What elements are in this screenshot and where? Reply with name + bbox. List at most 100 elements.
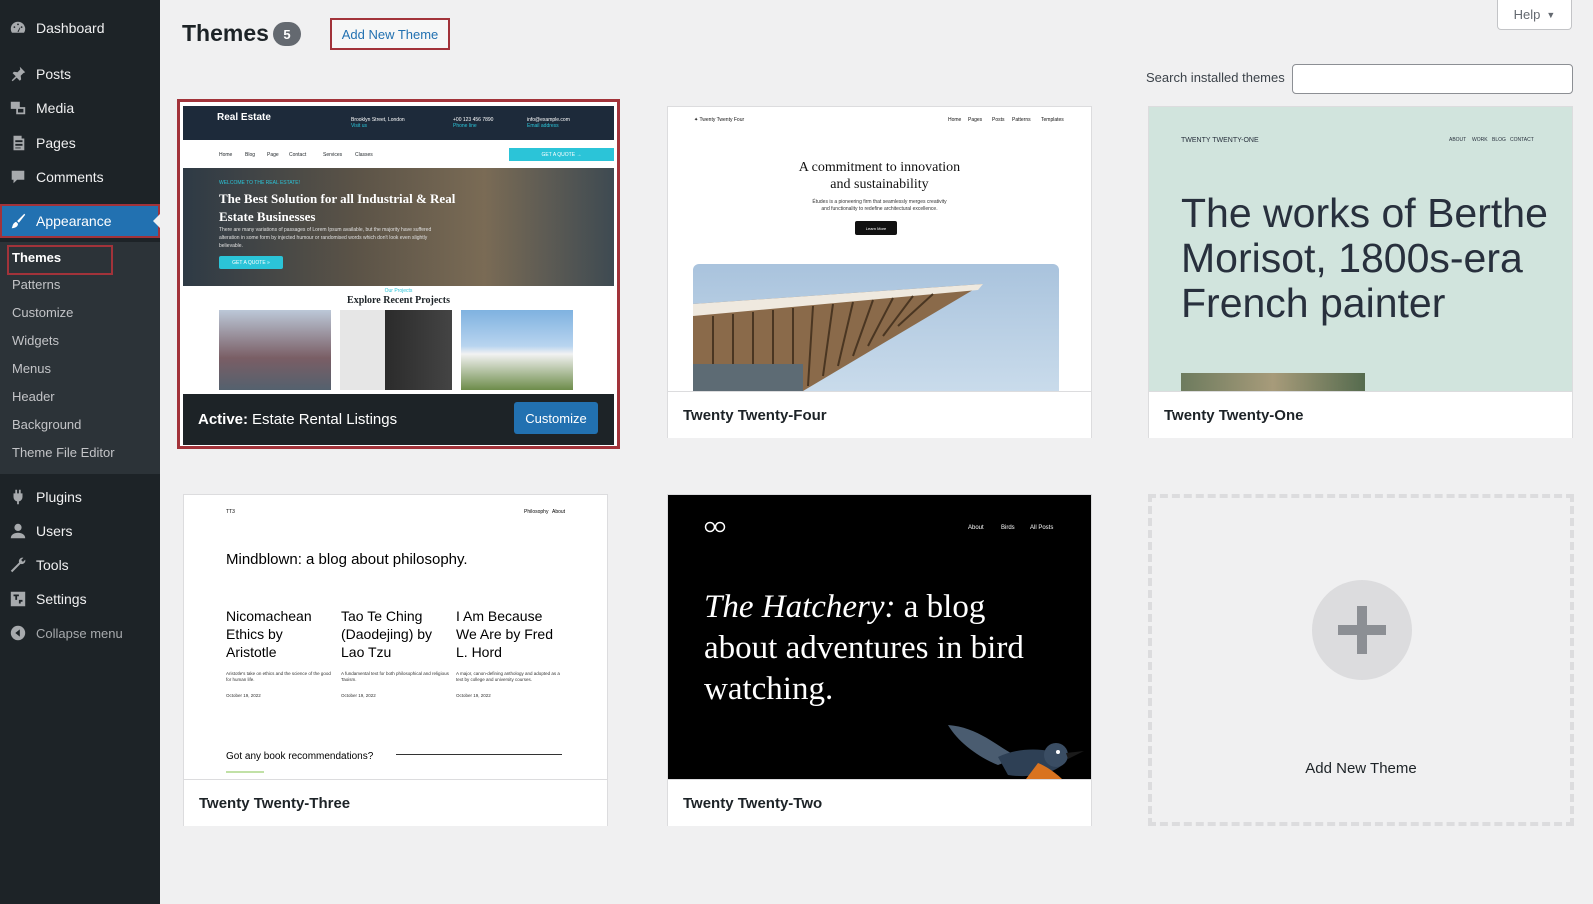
sidebar-item-pages[interactable]: Pages	[0, 126, 160, 160]
theme-screenshot[interactable]: ✦ Twenty Twenty Four Home Pages Posts Pa…	[668, 107, 1091, 391]
preview-topbar: Real Estate Brooklyn Street, London Visit…	[183, 106, 614, 140]
collapse-icon	[8, 623, 28, 643]
sidebar-item-tools[interactable]: Tools	[0, 548, 160, 582]
preview-painting	[1181, 373, 1365, 391]
theme-screenshot[interactable]: About Birds All Posts The Hatchery: a bl…	[668, 495, 1091, 779]
search-themes-input[interactable]	[1292, 64, 1573, 94]
comment-icon	[8, 167, 28, 187]
sidebar-item-label: Settings	[36, 591, 87, 607]
preview-nav-item: Posts	[992, 117, 1005, 123]
pages-icon	[8, 133, 28, 153]
theme-card-active[interactable]: Real Estate Brooklyn Street, London Visit…	[177, 99, 620, 449]
sidebar-item-label: Appearance	[36, 213, 112, 229]
customize-button[interactable]: Customize	[514, 402, 598, 434]
theme-card-twenty-twenty-four[interactable]: ✦ Twenty Twenty Four Home Pages Posts Pa…	[667, 106, 1092, 438]
add-new-theme-tile[interactable]: Add New Theme	[1148, 494, 1574, 826]
submenu-item-menus[interactable]: Menus	[12, 361, 51, 376]
theme-card-twenty-twenty-one[interactable]: TWENTY TWENTY-ONE ABOUT WORK BLOG CONTAC…	[1148, 106, 1573, 438]
preview-headline: The Hatchery: a blog about adventures in…	[704, 589, 1024, 707]
preview-nav-item: BLOG	[1492, 137, 1506, 143]
theme-name: Estate Rental Listings	[252, 411, 398, 428]
theme-screenshot[interactable]: Real Estate Brooklyn Street, London Visit…	[183, 106, 614, 394]
sidebar-item-users[interactable]: Users	[0, 514, 160, 548]
sidebar-item-label: Dashboard	[36, 20, 105, 36]
preview-paragraph: Études is a pioneering firm that seamles…	[812, 199, 947, 212]
theme-name: Twenty Twenty-Two	[683, 794, 823, 812]
appearance-submenu: Themes Patterns Customize Widgets Menus …	[0, 242, 160, 474]
preview-nav-item: Templates	[1041, 117, 1064, 123]
sidebar-item-label: Plugins	[36, 489, 82, 505]
submenu-item-theme-file-editor[interactable]: Theme File Editor	[12, 445, 115, 460]
theme-count-badge: 5	[273, 22, 301, 46]
preview-nav-item: CONTACT	[1510, 137, 1534, 143]
project-image	[219, 310, 331, 390]
theme-screenshot[interactable]: TT3 Philosophy About Mindblown: a blog a…	[184, 495, 607, 779]
page-title: Themes	[182, 20, 269, 46]
sidebar-item-comments[interactable]: Comments	[0, 160, 160, 194]
sidebar-item-plugins[interactable]: Plugins	[0, 480, 160, 514]
preview-brand: TWENTY TWENTY-ONE	[1181, 137, 1259, 144]
submenu-item-header[interactable]: Header	[12, 389, 55, 404]
theme-name-bar: Twenty Twenty-Three	[184, 779, 607, 826]
preview-nav-item: About	[552, 509, 566, 515]
plugin-icon	[8, 487, 28, 507]
preview-headline: Mindblown: a blog about philosophy.	[226, 551, 468, 568]
sidebar-item-label: Comments	[36, 169, 104, 185]
preview-nav: Home Blog Page Contact Services Classes …	[183, 140, 614, 168]
theme-name: Twenty Twenty-One	[1164, 406, 1304, 424]
active-prefix: Active:	[198, 411, 249, 428]
add-new-theme-label: Add New Theme	[1305, 760, 1417, 777]
preview-info: Brooklyn Street, London Visit us	[351, 117, 405, 129]
preview-headline: A commitment to innovation and sustainabi…	[798, 160, 961, 192]
preview-nav-item: All Posts	[1030, 525, 1054, 531]
preview-underline	[226, 771, 264, 773]
preview-input-line	[396, 754, 562, 755]
glasses-logo-icon	[704, 521, 726, 536]
bird-illustration	[938, 717, 1088, 779]
preview-nav-item: WORK	[1472, 137, 1488, 143]
sidebar-item-settings[interactable]: Settings	[0, 582, 160, 616]
preview-button: Learn More	[855, 221, 897, 235]
add-new-theme-button[interactable]: Add New Theme	[330, 18, 450, 50]
preview-nav-item: About	[968, 525, 984, 531]
sidebar-item-label: Posts	[36, 66, 72, 82]
preview-nav-item: Philosophy	[524, 509, 549, 515]
preview-brand: ✦ Twenty Twenty Four	[694, 117, 745, 123]
sidebar-item-media[interactable]: Media	[0, 91, 160, 125]
preview-nav-item: Pages	[968, 117, 983, 123]
media-icon	[8, 98, 28, 118]
theme-name-bar: Active: Estate Rental Listings Customize	[183, 394, 614, 445]
dashboard-icon	[8, 18, 28, 38]
submenu-item-background[interactable]: Background	[12, 417, 81, 432]
theme-screenshot[interactable]: TWENTY TWENTY-ONE ABOUT WORK BLOG CONTAC…	[1149, 107, 1572, 391]
preview-info: info@example.com Email address	[527, 117, 570, 129]
preview-nav-item: Birds	[1001, 525, 1015, 531]
project-image	[461, 310, 573, 390]
admin-sidebar: Dashboard Posts Media Pages Comments App…	[0, 0, 160, 904]
preview-post: Nicomachean Ethics by Aristotle Aristotl…	[226, 608, 331, 698]
submenu-item-patterns[interactable]: Patterns	[12, 277, 60, 292]
sidebar-item-label: Media	[36, 100, 75, 116]
collapse-menu-label: Collapse menu	[36, 625, 123, 641]
sidebar-item-posts[interactable]: Posts	[0, 57, 160, 91]
plus-icon	[1312, 580, 1412, 680]
help-button[interactable]: Help ▼	[1497, 0, 1572, 30]
preview-brand: TT3	[226, 509, 235, 515]
preview-nav-item: Patterns	[1012, 117, 1031, 123]
sidebar-item-dashboard[interactable]: Dashboard	[0, 11, 160, 45]
collapse-menu-button[interactable]: Collapse menu	[0, 616, 160, 650]
current-menu-arrow	[153, 214, 160, 228]
sidebar-item-appearance[interactable]: Appearance	[0, 204, 160, 238]
settings-icon	[8, 589, 28, 609]
caret-down-icon: ▼	[1546, 9, 1556, 20]
preview-hero: WELCOME TO THE REAL ESTATE! The Best Sol…	[183, 168, 614, 286]
theme-card-twenty-twenty-two[interactable]: About Birds All Posts The Hatchery: a bl…	[667, 494, 1092, 826]
pin-icon	[8, 64, 28, 84]
theme-card-twenty-twenty-three[interactable]: TT3 Philosophy About Mindblown: a blog a…	[183, 494, 608, 826]
submenu-item-customize[interactable]: Customize	[12, 305, 73, 320]
sidebar-item-label: Pages	[36, 135, 76, 151]
theme-name: Twenty Twenty-Four	[683, 406, 827, 424]
preview-question: Got any book recommendations?	[226, 751, 374, 762]
submenu-item-widgets[interactable]: Widgets	[12, 333, 59, 348]
preview-info: +00 123 456 7890 Phone line	[453, 117, 494, 129]
